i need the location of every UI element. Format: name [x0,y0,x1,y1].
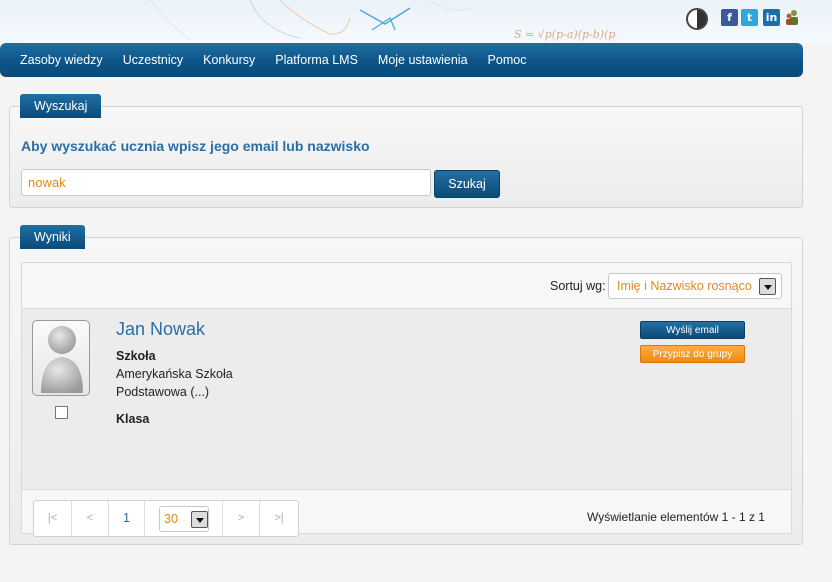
sort-label: Sortuj wg: [550,279,606,293]
contrast-icon[interactable] [686,8,708,30]
pager-bar: |< < 1 30 > >| Wyświetlanie elementów 1 … [22,489,791,537]
search-button[interactable]: Szukaj [434,170,500,198]
person-name-link[interactable]: Jan Nowak [116,319,205,340]
sort-bar: Sortuj wg: Imię i Nazwisko rosnąco [22,263,791,309]
school-label: Szkoła [116,349,156,363]
users-icon[interactable] [784,9,801,26]
page-number-current[interactable]: 1 [109,501,145,536]
header-banner: S = √p(p-a)(p-b)(p f t in [0,0,832,44]
last-page-button[interactable]: >| [260,501,298,536]
pager: |< < 1 30 > >| [33,500,299,537]
search-panel: Wyszukaj Aby wyszukać ucznia wpisz jego … [9,94,803,208]
page-size-select[interactable]: 30 [159,506,209,532]
nav-item-platforma-lms[interactable]: Platforma LMS [275,53,358,67]
svg-text:S = √p(p-a)(p-b)(p: S = √p(p-a)(p-b)(p [514,28,615,41]
prev-page-button[interactable]: < [72,501,109,536]
results-list: Sortuj wg: Imię i Nazwisko rosnąco Jan N… [21,262,792,537]
send-email-button[interactable]: Wyślij email [640,321,745,339]
nav-item-konkursy[interactable]: Konkursy [203,53,255,67]
nav-item-moje-ustawienia[interactable]: Moje ustawienia [378,53,468,67]
assign-to-group-button[interactable]: Przypisz do grupy [640,345,745,363]
results-panel-tab: Wyniki [20,225,85,249]
nav-item-pomoc[interactable]: Pomoc [488,53,527,67]
facebook-icon[interactable]: f [721,9,738,26]
sort-select-value: Imię i Nazwisko rosnąco [617,279,752,293]
search-input[interactable] [21,169,431,196]
result-item: Jan Nowak Szkoła Amerykańska Szkoła Pods… [22,310,791,490]
nav-item-uczestnicy[interactable]: Uczestnicy [123,53,183,67]
next-page-button[interactable]: > [223,501,260,536]
page-size-value: 30 [164,512,178,526]
school-name-line2: Podstawowa (...) [116,385,210,399]
chevron-down-icon[interactable] [191,511,208,528]
sort-select[interactable]: Imię i Nazwisko rosnąco [608,273,782,299]
linkedin-icon[interactable]: in [763,9,780,26]
page-size-cell: 30 [145,501,223,536]
first-page-button[interactable]: |< [34,501,72,536]
twitter-icon[interactable]: t [741,9,758,26]
class-label: Klasa [116,412,150,426]
results-panel: Wyniki Sortuj wg: Imię i Nazwisko rosnąc… [9,225,803,545]
avatar-placeholder-icon [32,320,90,396]
search-heading: Aby wyszukać ucznia wpisz jego email lub… [21,138,370,154]
pager-info: Wyświetlanie elementów 1 - 1 z 1 [587,510,765,524]
nav-item-zasoby-wiedzy[interactable]: Zasoby wiedzy [20,53,103,67]
search-panel-tab: Wyszukaj [20,94,102,118]
main-nav: Zasoby wiedzy Uczestnicy Konkursy Platfo… [0,43,803,77]
select-checkbox[interactable] [55,406,68,419]
chevron-down-icon[interactable] [759,278,776,295]
school-name-line1: Amerykańska Szkoła [116,367,233,381]
